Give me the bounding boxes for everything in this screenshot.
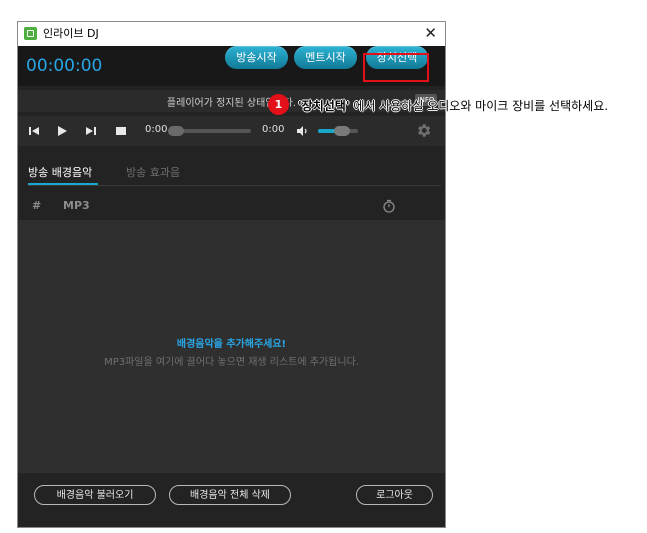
timer-icon [383,199,395,213]
tutorial-callout: '장치선택' 에서 사용하실 오디오와 마이크 장비를 선택하세요. [298,97,608,114]
broadcast-timer: 00:00:00 [26,56,103,76]
seek-knob[interactable] [168,126,184,136]
load-music-button[interactable]: 배경음악 불러오기 [34,485,156,505]
playlist-drop-area[interactable]: 배경음악을 추가해주세요! MP3파일을 여기에 끌어다 놓으면 재생 리스트에… [18,220,445,473]
tab-sound-effects[interactable]: 방송 효과음 [126,164,180,180]
volume-slider[interactable] [318,126,358,136]
active-tab-indicator [28,183,98,185]
callout-text: 에서 사용하실 오디오와 마이크 장비를 선택하세요. [349,99,609,113]
previous-track-icon[interactable] [28,125,40,137]
elapsed-time: 0:00 [145,124,168,135]
callout-highlight: '장치선택' [298,99,350,113]
play-icon[interactable] [56,125,68,137]
column-mp3: MP3 [63,199,90,212]
broadcast-start-button[interactable]: 방송시작 [225,46,288,69]
tab-bar: 방송 배경음악 방송 효과음 [18,156,445,186]
next-track-icon[interactable] [85,125,97,137]
tab-background-music[interactable]: 방송 배경음악 [28,164,92,180]
app-logo-icon [24,27,37,40]
gear-icon[interactable] [415,122,432,139]
clear-all-music-button[interactable]: 배경음악 전체 삭제 [169,485,291,505]
list-header: # MP3 [18,194,445,218]
device-select-highlight [363,53,429,82]
window-title: 인라이브 DJ [43,27,99,40]
title-bar: 인라이브 DJ ✕ [18,22,445,46]
volume-knob[interactable] [334,126,350,136]
seek-slider[interactable] [168,126,251,136]
empty-playlist-title: 배경음악을 추가해주세요! [176,339,287,350]
ment-start-button[interactable]: 멘트시작 [294,46,357,69]
volume-icon[interactable] [296,125,308,137]
close-icon[interactable]: ✕ [424,25,437,42]
footer-bar: 배경음악 불러오기 배경음악 전체 삭제 로그아웃 [18,474,445,528]
tabs-divider [28,185,441,186]
player-controls: 0:00 0:00 [18,116,445,146]
step-number-badge: 1 [268,94,289,115]
empty-playlist-hint: MP3파일을 여기에 끌어다 놓으면 재생 리스트에 추가됩니다. [104,357,359,368]
logout-button[interactable]: 로그아웃 [356,485,433,505]
duration-time: 0:00 [262,124,285,135]
column-index: # [32,199,42,212]
stop-icon[interactable] [115,125,127,137]
